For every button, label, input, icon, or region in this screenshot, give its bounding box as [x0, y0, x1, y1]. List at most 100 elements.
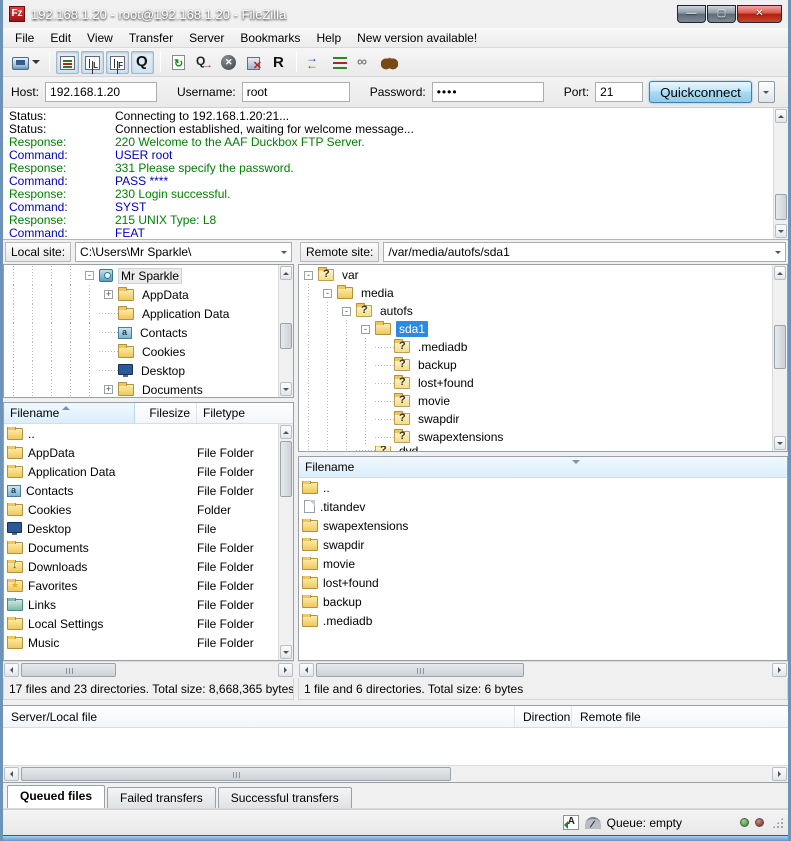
- tree-item[interactable]: Application Data: [4, 304, 277, 323]
- tree-collapse-toggle[interactable]: -: [304, 271, 313, 280]
- scroll-down-button[interactable]: [774, 436, 786, 450]
- menu-item-edit[interactable]: Edit: [42, 29, 79, 47]
- reconnect-button[interactable]: [267, 51, 290, 74]
- local-tree-scroll-thumb[interactable]: [280, 323, 292, 349]
- tree-item[interactable]: Cookies: [4, 342, 277, 361]
- disconnect-button[interactable]: [242, 51, 265, 74]
- file-row[interactable]: swapdir: [299, 535, 787, 554]
- tree-item[interactable]: +AppData: [4, 285, 277, 304]
- tree-item[interactable]: -media: [299, 284, 771, 302]
- file-row[interactable]: movie: [299, 554, 787, 573]
- scroll-up-button[interactable]: [774, 266, 786, 280]
- local-list-scroll-thumb[interactable]: [280, 441, 292, 497]
- menu-item-view[interactable]: View: [79, 29, 121, 47]
- close-button[interactable]: ✕: [737, 5, 782, 23]
- tree-collapse-toggle[interactable]: -: [323, 289, 332, 298]
- toggle-message-log-button[interactable]: [56, 51, 79, 74]
- tree-item[interactable]: -sda1: [299, 320, 771, 338]
- tree-expand-toggle[interactable]: +: [104, 290, 113, 299]
- scroll-up-button[interactable]: [775, 109, 787, 123]
- queue-hscroll-thumb[interactable]: [21, 767, 451, 781]
- quickconnect-button[interactable]: Quickconnect: [649, 81, 752, 103]
- tree-item[interactable]: swapdir: [299, 410, 771, 428]
- tree-item[interactable]: backup: [299, 356, 771, 374]
- column-header-remote-file[interactable]: Remote file: [572, 706, 788, 727]
- tab-successful-transfers[interactable]: Successful transfers: [218, 787, 352, 808]
- file-row[interactable]: lost+found: [299, 573, 787, 592]
- scroll-right-button[interactable]: [772, 663, 787, 677]
- chevron-down-icon[interactable]: [770, 243, 785, 261]
- new-version-notification[interactable]: New version available!: [349, 29, 485, 47]
- local-list-hscroll-thumb[interactable]: [21, 663, 116, 677]
- tree-item[interactable]: swapextensions: [299, 428, 771, 446]
- host-input[interactable]: [45, 82, 157, 102]
- scroll-left-button[interactable]: [4, 663, 19, 677]
- find-files-button[interactable]: [378, 51, 401, 74]
- tree-item[interactable]: movie: [299, 392, 771, 410]
- site-manager-button[interactable]: [9, 51, 43, 74]
- chevron-down-icon[interactable]: [276, 243, 291, 261]
- file-row[interactable]: AppDataFile Folder: [4, 443, 278, 462]
- tab-failed-transfers[interactable]: Failed transfers: [107, 787, 216, 808]
- compare-directories-button[interactable]: [303, 51, 326, 74]
- menu-item-file[interactable]: File: [7, 29, 42, 47]
- menu-item-bookmarks[interactable]: Bookmarks: [232, 29, 308, 47]
- local-list-scrollbar[interactable]: [278, 424, 293, 660]
- column-header-server-local-file[interactable]: Server/Local file: [3, 706, 515, 727]
- file-row[interactable]: DownloadsFile Folder: [4, 557, 278, 576]
- file-row[interactable]: MusicFile Folder: [4, 633, 278, 652]
- minimize-button[interactable]: —: [677, 5, 706, 23]
- column-header-filename[interactable]: Filename: [299, 457, 787, 477]
- column-header-filesize[interactable]: Filesize: [135, 403, 197, 423]
- tree-item[interactable]: Desktop: [4, 361, 277, 380]
- scroll-down-button[interactable]: [775, 224, 787, 238]
- file-row[interactable]: Application DataFile Folder: [4, 462, 278, 481]
- tree-item[interactable]: -autofs: [299, 302, 771, 320]
- file-row[interactable]: FavoritesFile Folder: [4, 576, 278, 595]
- file-row[interactable]: ContactsFile Folder: [4, 481, 278, 500]
- queue-hscrollbar[interactable]: [3, 765, 788, 782]
- local-tree-scrollbar[interactable]: [278, 265, 293, 397]
- directory-listing-filters-button[interactable]: [328, 51, 351, 74]
- refresh-button[interactable]: [167, 51, 190, 74]
- scroll-up-button[interactable]: [280, 266, 292, 280]
- scroll-up-button[interactable]: [280, 425, 292, 439]
- tree-collapse-toggle[interactable]: -: [342, 307, 351, 316]
- scroll-left-button[interactable]: [299, 663, 314, 677]
- log-scroll-thumb[interactable]: [775, 194, 787, 220]
- password-input[interactable]: [432, 82, 544, 102]
- toggle-local-tree-button[interactable]: [81, 51, 104, 74]
- file-row[interactable]: Local SettingsFile Folder: [4, 614, 278, 633]
- local-path-combobox[interactable]: C:\Users\Mr Sparkle\: [75, 242, 292, 262]
- file-row[interactable]: DesktopFile: [4, 519, 278, 538]
- tab-queued-files[interactable]: Queued files: [7, 785, 105, 808]
- log-scrollbar[interactable]: [773, 108, 788, 239]
- quickconnect-dropdown-button[interactable]: [758, 81, 775, 103]
- remote-path-combobox[interactable]: /var/media/autofs/sda1: [383, 242, 786, 262]
- file-row[interactable]: DocumentsFile Folder: [4, 538, 278, 557]
- maximize-button[interactable]: ▢: [707, 5, 736, 23]
- process-queue-button[interactable]: [192, 51, 215, 74]
- local-list-hscrollbar[interactable]: [3, 661, 294, 678]
- scroll-right-button[interactable]: [772, 767, 787, 781]
- transfer-type-icon[interactable]: [563, 815, 579, 830]
- tree-item[interactable]: dvd: [299, 446, 771, 451]
- file-row[interactable]: CookiesFolder: [4, 500, 278, 519]
- remote-tree-scroll-thumb[interactable]: [774, 325, 786, 369]
- file-row[interactable]: LinksFile Folder: [4, 595, 278, 614]
- tree-item[interactable]: -Mr Sparkle: [4, 266, 277, 285]
- remote-list-hscroll-thumb[interactable]: [316, 663, 524, 677]
- toggle-queue-button[interactable]: [131, 51, 154, 74]
- remote-tree-scrollbar[interactable]: [772, 265, 787, 451]
- column-header-filename[interactable]: Filename: [4, 403, 135, 423]
- file-row[interactable]: ..: [4, 424, 278, 443]
- remote-list-hscrollbar[interactable]: [298, 661, 788, 678]
- column-header-direction[interactable]: Direction: [515, 706, 572, 727]
- synchronized-browsing-button[interactable]: [353, 51, 376, 74]
- scroll-right-button[interactable]: [278, 663, 293, 677]
- scroll-down-button[interactable]: [280, 382, 292, 396]
- scroll-down-button[interactable]: [280, 645, 292, 659]
- cancel-operation-button[interactable]: [217, 51, 240, 74]
- tree-item[interactable]: -var: [299, 266, 771, 284]
- file-row[interactable]: backup: [299, 592, 787, 611]
